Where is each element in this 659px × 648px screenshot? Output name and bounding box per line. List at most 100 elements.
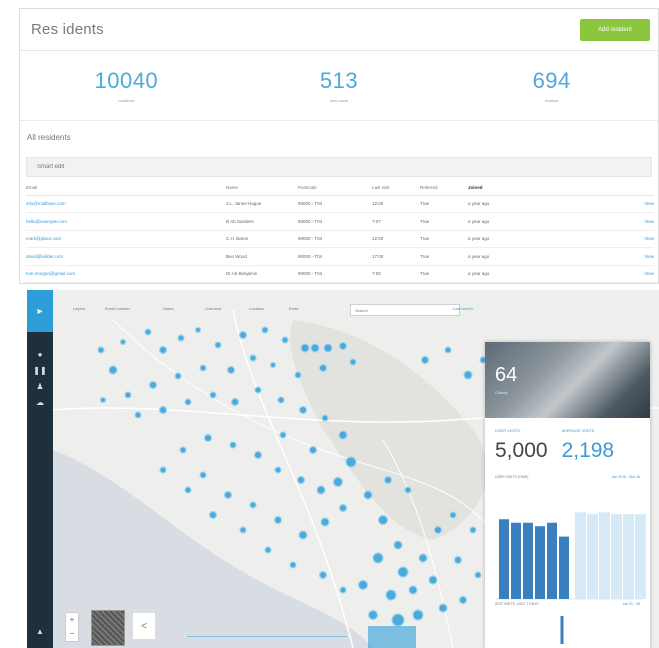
bar-previous[interactable] (575, 512, 586, 599)
map-marker[interactable] (281, 336, 289, 344)
map-marker[interactable] (97, 346, 105, 354)
map-marker[interactable] (99, 396, 107, 404)
map-search-input[interactable] (350, 304, 460, 316)
table-row[interactable]: mark@place.com C.H. Baron 90000 - T04 12… (26, 230, 654, 248)
view-link[interactable]: View (520, 247, 654, 266)
bar-previous[interactable] (611, 514, 622, 599)
map-marker[interactable] (420, 355, 430, 365)
map-marker[interactable] (393, 540, 403, 550)
map-marker[interactable] (320, 517, 330, 527)
bar-previous[interactable] (635, 514, 646, 599)
map-marker[interactable] (377, 514, 389, 526)
map-marker[interactable] (239, 526, 247, 534)
map-marker[interactable] (261, 326, 269, 334)
map-marker[interactable] (412, 609, 424, 621)
column-header[interactable]: Joined (468, 181, 520, 196)
share-icon[interactable]: < (132, 612, 156, 640)
map-marker[interactable] (298, 530, 308, 540)
map-marker[interactable] (134, 411, 142, 419)
map-marker[interactable] (274, 466, 282, 474)
view-link[interactable]: View (520, 212, 654, 231)
cloud-icon[interactable]: ☁ (27, 394, 53, 410)
map-marker[interactable] (428, 575, 438, 585)
pause-icon[interactable]: ❚❚ (27, 362, 53, 378)
map-marker[interactable] (174, 372, 182, 380)
date-range-label[interactable]: Last month (453, 306, 473, 311)
bar-previous[interactable] (587, 514, 598, 599)
map-marker[interactable] (199, 471, 207, 479)
filter-tab[interactable]: Location (249, 306, 264, 314)
search-input[interactable] (37, 164, 651, 170)
bar-previous[interactable] (623, 514, 634, 599)
map-marker[interactable] (214, 341, 222, 349)
map-marker[interactable] (323, 343, 333, 353)
filter-tab[interactable]: Layers (73, 306, 85, 314)
map-marker[interactable] (264, 546, 272, 554)
map-marker[interactable] (294, 371, 302, 379)
map-marker[interactable] (289, 561, 297, 569)
map-marker[interactable] (108, 365, 118, 375)
map-marker[interactable] (308, 445, 318, 455)
zoom-control[interactable]: + − (65, 612, 79, 642)
map-marker[interactable] (158, 405, 168, 415)
cell-email[interactable]: info@mailbase.com (26, 195, 226, 213)
map-marker[interactable] (277, 396, 285, 404)
selection-area[interactable] (368, 626, 416, 648)
column-header[interactable]: Postcode (298, 181, 342, 196)
map-marker[interactable] (269, 361, 277, 369)
zoom-in-button[interactable]: + (66, 613, 78, 627)
map-marker[interactable] (254, 386, 262, 394)
column-header[interactable]: Name (226, 181, 298, 196)
filter-tab[interactable]: Event number (105, 306, 130, 314)
bar-site-visit[interactable] (560, 616, 564, 644)
map-marker[interactable] (184, 486, 192, 494)
map-marker[interactable] (363, 490, 373, 500)
cell-email[interactable]: tom.morgan@gmail.com (26, 265, 226, 283)
map-marker[interactable] (249, 501, 257, 509)
app-logo-icon[interactable]: ▸ (27, 290, 53, 332)
map-marker[interactable] (338, 430, 348, 440)
table-row[interactable]: tom.morgan@gmail.com Dr.Ab Benjamin 9000… (26, 265, 654, 283)
bar-current[interactable] (547, 522, 557, 599)
map-marker[interactable] (474, 571, 482, 579)
bar-current[interactable] (523, 522, 533, 599)
bar-current[interactable] (559, 536, 569, 599)
column-header[interactable]: Last visit (372, 181, 420, 196)
map-marker[interactable] (226, 365, 236, 375)
map-marker[interactable] (349, 358, 357, 366)
map-marker[interactable] (229, 441, 237, 449)
map-marker[interactable] (385, 589, 397, 601)
map-marker[interactable] (316, 485, 326, 495)
map-marker[interactable] (296, 475, 306, 485)
residents-search[interactable] (26, 157, 652, 177)
map-marker[interactable] (184, 398, 192, 406)
map-marker[interactable] (444, 346, 452, 354)
map-marker[interactable] (279, 431, 287, 439)
map-marker[interactable] (458, 595, 468, 605)
map-marker[interactable] (345, 456, 357, 468)
chart-range[interactable]: Jan 01 - 08 (622, 602, 640, 606)
column-header[interactable]: Referred (420, 181, 468, 196)
basemap-thumbnail[interactable] (91, 610, 125, 646)
map-marker[interactable] (357, 579, 369, 591)
map-marker[interactable] (372, 552, 384, 564)
map-marker[interactable] (332, 476, 344, 488)
map-marker[interactable] (249, 354, 257, 362)
map-marker[interactable] (208, 510, 218, 520)
map-marker[interactable] (418, 553, 428, 563)
view-link[interactable]: View (520, 195, 654, 213)
zoom-out-button[interactable]: − (66, 627, 78, 641)
pin-icon[interactable]: ● (27, 346, 53, 362)
map-marker[interactable] (383, 475, 393, 485)
table-row[interactable]: info@mailbase.com J.L. Janes-Hague 90000… (26, 195, 654, 213)
filter-tab[interactable]: Users (163, 306, 173, 314)
map-marker[interactable] (253, 450, 263, 460)
map-marker[interactable] (298, 405, 308, 415)
bar-previous[interactable] (599, 512, 610, 599)
table-row[interactable]: david@kidder.com Ben Wood 90000 - T04 17… (26, 247, 654, 266)
column-header[interactable]: Email (26, 181, 226, 196)
map-marker[interactable] (338, 341, 348, 351)
filter-tab[interactable]: Extra (289, 306, 298, 314)
map-marker[interactable] (177, 334, 185, 342)
map-marker[interactable] (438, 603, 448, 613)
